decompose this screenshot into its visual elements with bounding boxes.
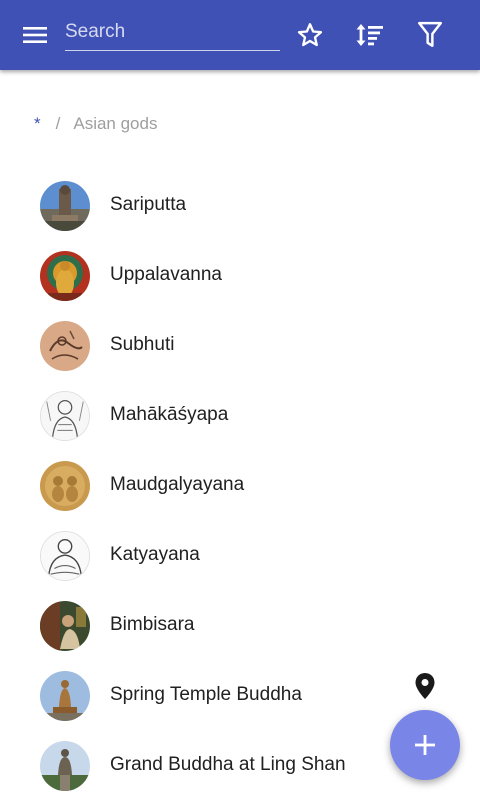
list-item-sariputta[interactable]: Sariputta (0, 171, 480, 241)
item-label: Grand Buddha at Ling Shan (110, 754, 346, 775)
breadcrumb: * / Asian gods (34, 112, 157, 136)
avatar (40, 321, 90, 371)
avatar (40, 671, 90, 721)
list-item-maudgalyayana[interactable]: Maudgalyayana (0, 451, 480, 521)
plus-icon (415, 735, 435, 755)
avatar (40, 391, 90, 441)
list-item-bimbisara[interactable]: Bimbisara (0, 591, 480, 661)
avatar (40, 741, 90, 791)
list-item-katyayana[interactable]: Katyayana (0, 521, 480, 591)
item-label: Maudgalyayana (110, 474, 245, 495)
avatar (40, 181, 90, 231)
list-item-subhuti[interactable]: Subhuti (0, 311, 480, 381)
item-label: Uppalavanna (110, 264, 222, 285)
avatar (40, 601, 90, 651)
list-item-mahakasyapa[interactable]: Mahākāśyapa (0, 381, 480, 451)
avatar (40, 461, 90, 511)
menu-icon (23, 27, 47, 43)
filter-button[interactable] (410, 15, 450, 55)
item-label: Sariputta (110, 194, 187, 215)
star-outline-icon (297, 23, 323, 47)
breadcrumb-root-link[interactable]: * (34, 114, 41, 134)
favorites-button[interactable] (290, 15, 330, 55)
menu-button[interactable] (16, 20, 54, 50)
item-label: Subhuti (110, 334, 175, 355)
item-label: Mahākāśyapa (110, 404, 229, 425)
breadcrumb-current: Asian gods (73, 114, 158, 133)
item-list: Sariputta Uppalavanna Subhuti Mahākāśyap… (0, 171, 480, 801)
app-bar (0, 0, 480, 70)
filter-icon (417, 21, 443, 48)
avatar (40, 251, 90, 301)
item-label: Bimbisara (110, 614, 195, 635)
search-input[interactable] (65, 14, 280, 50)
avatar (40, 531, 90, 581)
sort-button[interactable] (350, 15, 390, 55)
item-label: Katyayana (110, 544, 200, 565)
list-item-uppalavanna[interactable]: Uppalavanna (0, 241, 480, 311)
map-pin-icon[interactable] (414, 672, 436, 700)
breadcrumb-separator: / (55, 114, 61, 133)
sort-icon (356, 24, 383, 46)
add-button[interactable] (390, 710, 460, 780)
search-field (65, 14, 280, 51)
item-label: Spring Temple Buddha (110, 684, 302, 705)
